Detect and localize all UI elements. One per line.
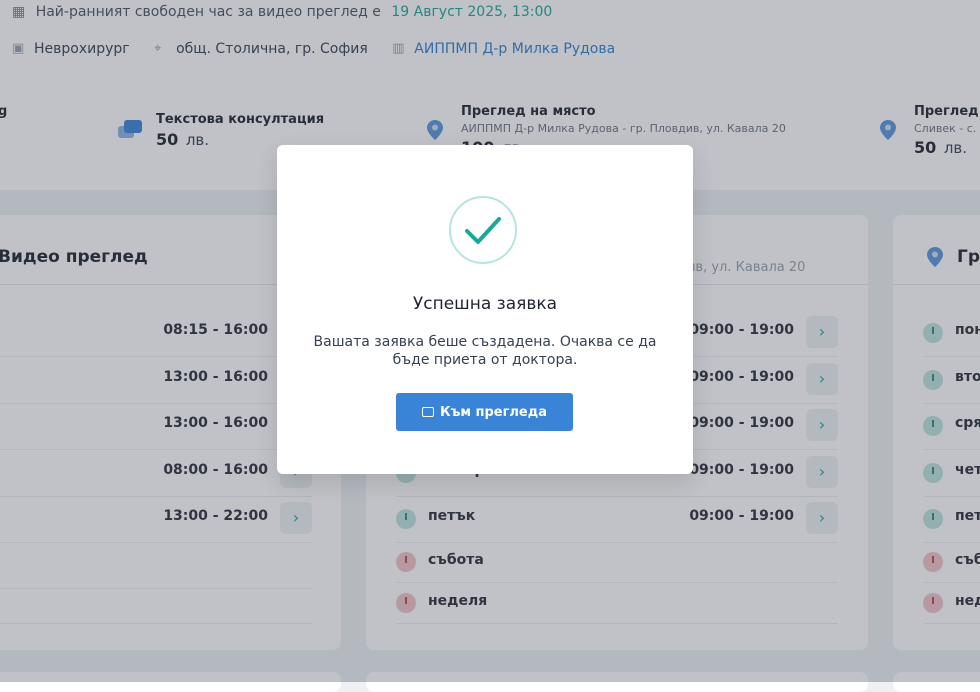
success-modal: Успешна заявка Вашата заявка беше създад… <box>277 145 693 474</box>
modal-message: Вашата заявка беше създадена. Очаква се … <box>313 334 657 368</box>
check-circle-icon <box>449 196 517 264</box>
button-label: Към прегледа <box>439 404 548 420</box>
modal-title: Успешна заявка <box>412 294 558 314</box>
go-to-appointment-button[interactable]: Към прегледа <box>396 393 573 431</box>
page: ▦ Най-ранният свободен час за видео прег… <box>0 0 980 692</box>
folder-icon <box>421 407 434 417</box>
